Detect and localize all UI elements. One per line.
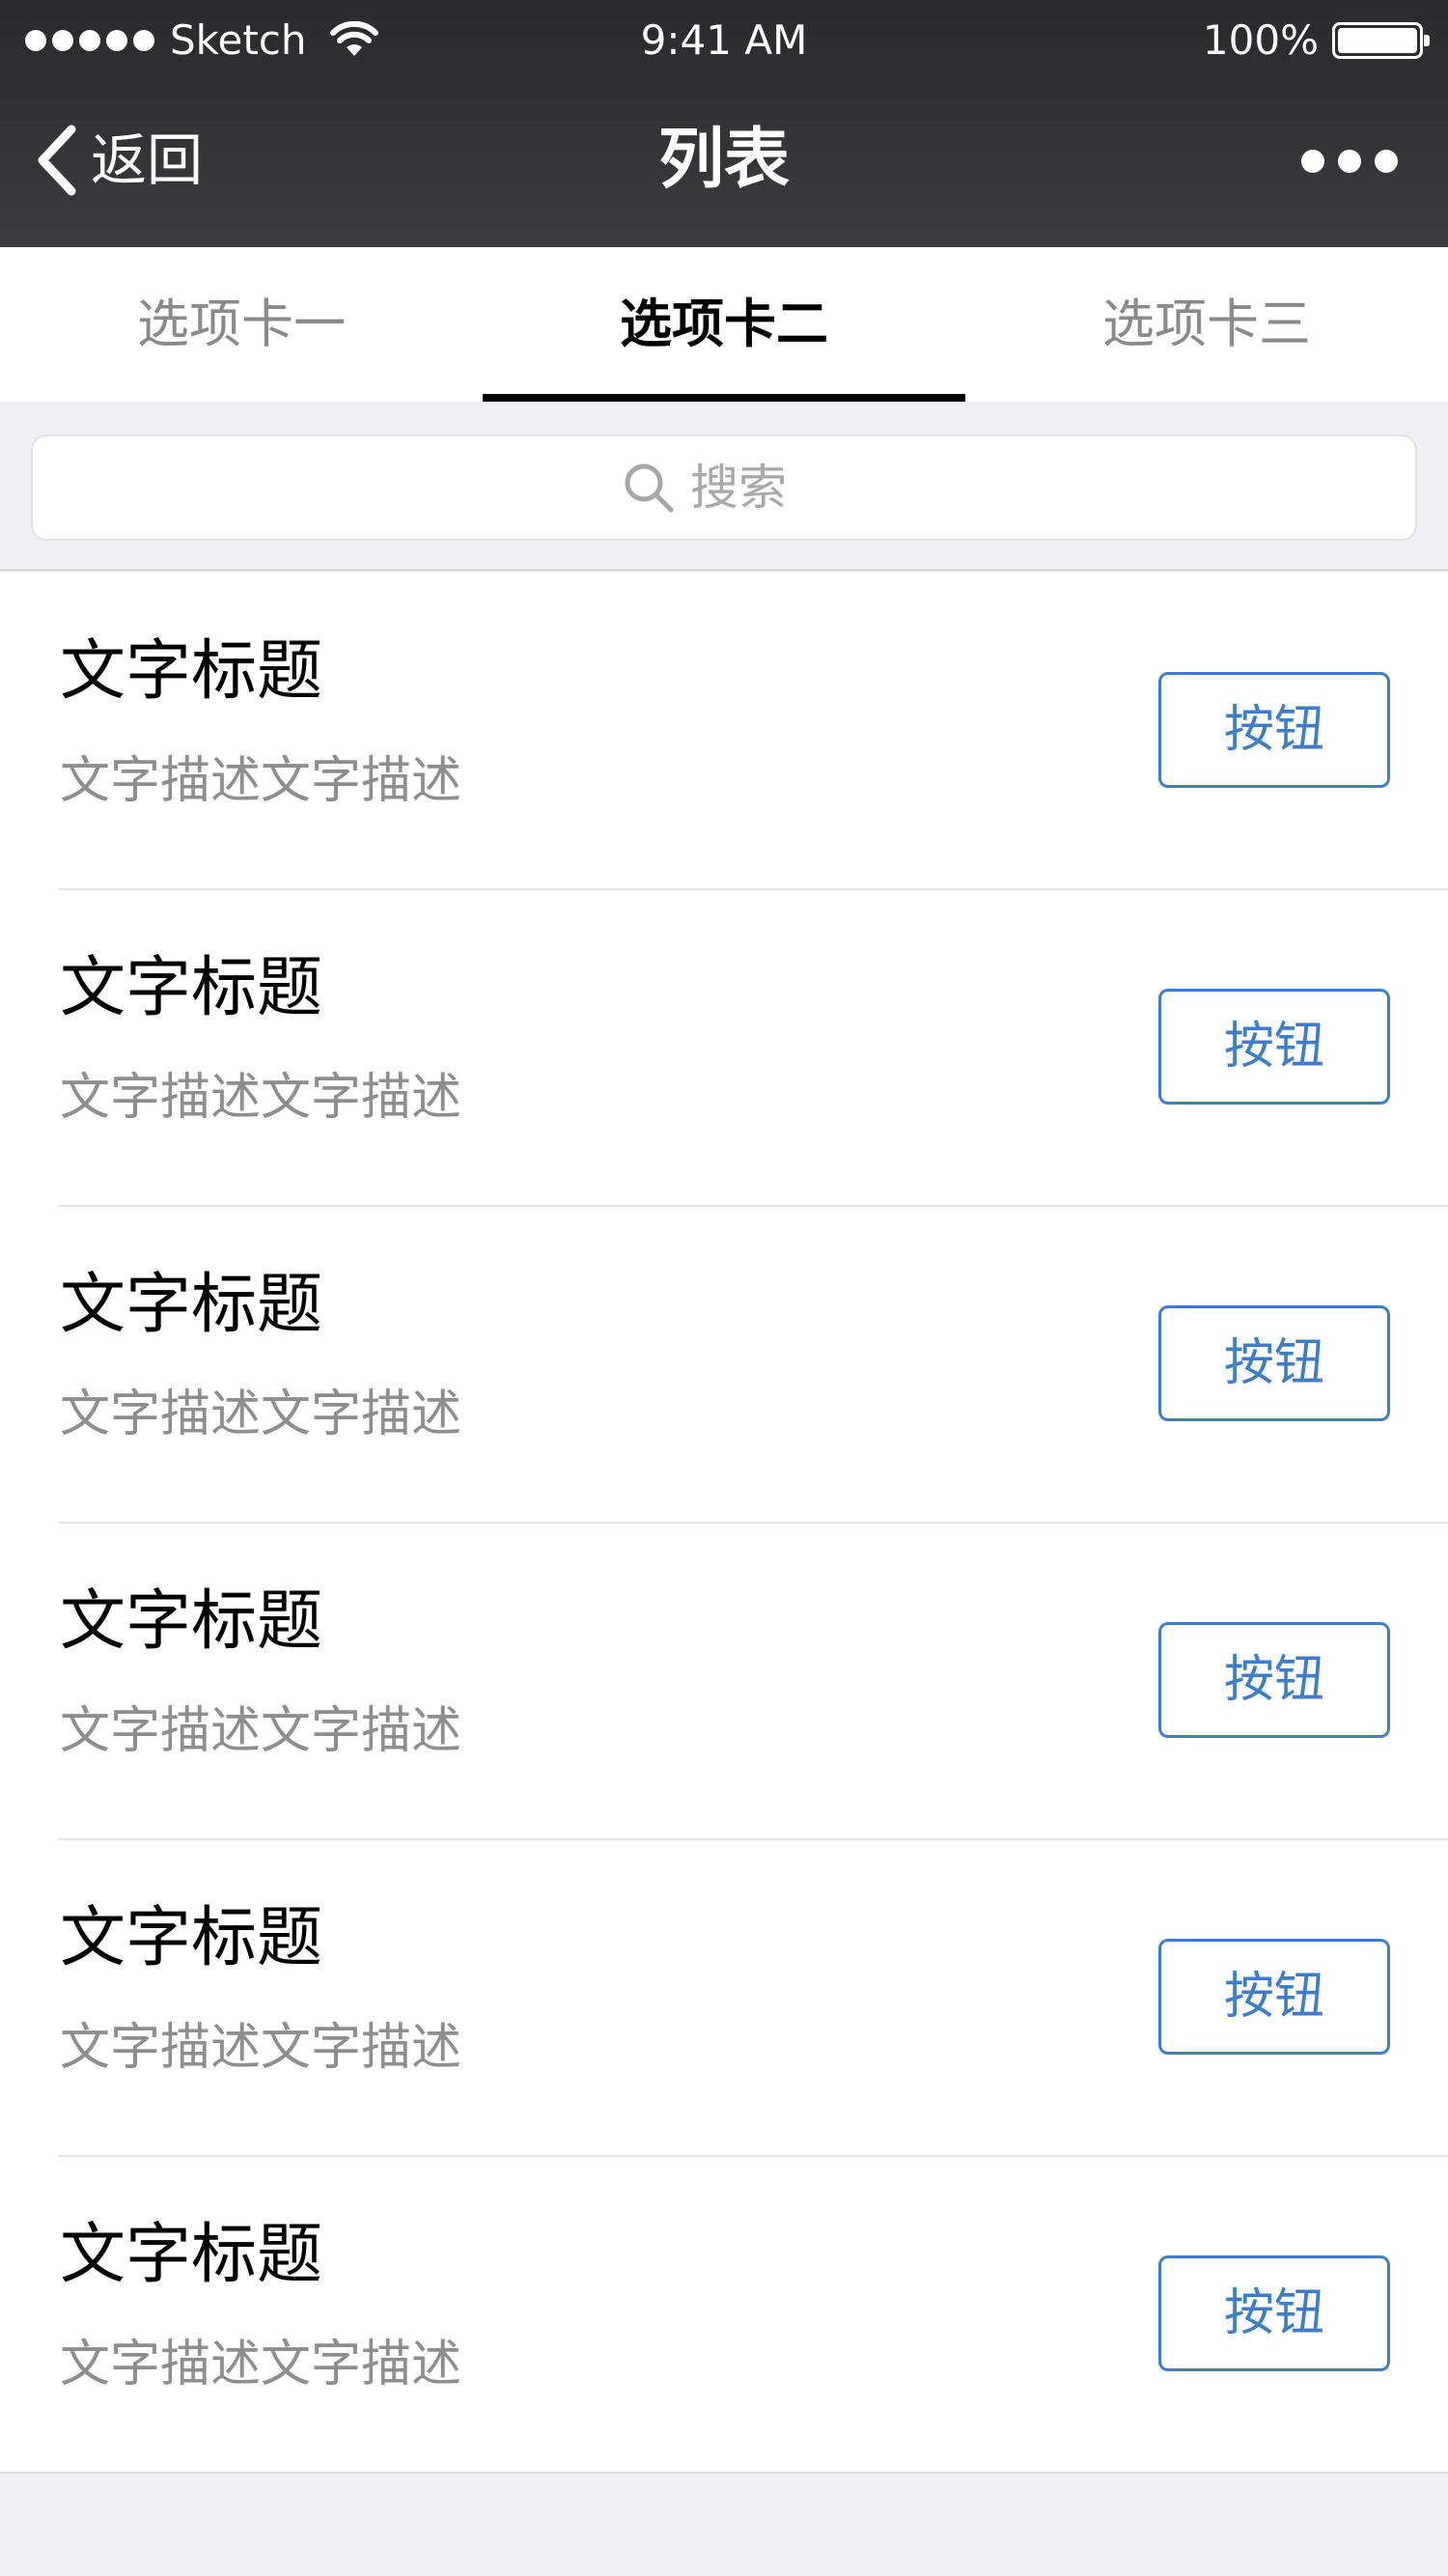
list-item-description: 文字描述文字描述 [60,1702,462,1760]
app-screen: Sketch 9:41 AM 100% 返回 列表 选项卡一 选项卡二 选项卡三… [0,0,1448,2576]
list-item-title: 文字标题 [60,1267,323,1343]
list-item-button[interactable]: 按钮 [1158,1939,1390,2055]
list-item: 文字标题 文字描述文字描述 按钮 [0,2155,1448,2472]
battery-icon [1332,22,1430,59]
list-item: 文字标题 文字描述文字描述 按钮 [0,1838,1448,2155]
list-item: 文字标题 文字描述文字描述 按钮 [0,572,1448,888]
list-item-title: 文字标题 [60,1583,323,1660]
list-item-title: 文字标题 [60,1900,323,1976]
list-item-description: 文字描述文字描述 [60,1386,462,1443]
list-item-button[interactable]: 按钮 [1158,2255,1390,2371]
search-icon [625,463,674,513]
list-item-description: 文字描述文字描述 [60,2336,462,2394]
list-item: 文字标题 文字描述文字描述 按钮 [0,1205,1448,1522]
list-item-button[interactable]: 按钮 [1158,672,1390,788]
list-item-description: 文字描述文字描述 [60,2019,462,2077]
status-right: 100% [1202,14,1430,68]
list-item-title: 文字标题 [60,633,323,710]
list-item-description: 文字描述文字描述 [60,1069,462,1127]
top-bar: Sketch 9:41 AM 100% 返回 列表 [0,0,1448,247]
list-item-title: 文字标题 [60,2217,323,2293]
search-area [0,402,1448,572]
tab-bar: 选项卡一 选项卡二 选项卡三 [0,247,1448,402]
tab-one[interactable]: 选项卡一 [0,247,483,402]
item-list: 文字标题 文字描述文字描述 按钮 文字标题 文字描述文字描述 按钮 文字标题 文… [0,572,1448,2474]
list-item-description: 文字描述文字描述 [60,752,462,810]
more-dots-icon[interactable] [1288,147,1398,176]
list-item-button[interactable]: 按钮 [1158,989,1390,1105]
battery-percentage: 100% [1202,16,1319,64]
list-item: 文字标题 文字描述文字描述 按钮 [0,1522,1448,1838]
page-title: 列表 [657,122,790,198]
search-input[interactable] [690,454,825,521]
list-item-button[interactable]: 按钮 [1158,1622,1390,1738]
list-item-title: 文字标题 [60,950,323,1026]
status-bar: Sketch 9:41 AM 100% [0,0,1448,81]
navigation-bar: 返回 列表 [0,81,1448,247]
tab-three[interactable]: 选项卡三 [965,247,1448,402]
list-item: 文字标题 文字描述文字描述 按钮 [0,888,1448,1205]
list-item-button[interactable]: 按钮 [1158,1305,1390,1421]
search-box[interactable] [31,434,1417,541]
tab-two[interactable]: 选项卡二 [483,247,965,402]
